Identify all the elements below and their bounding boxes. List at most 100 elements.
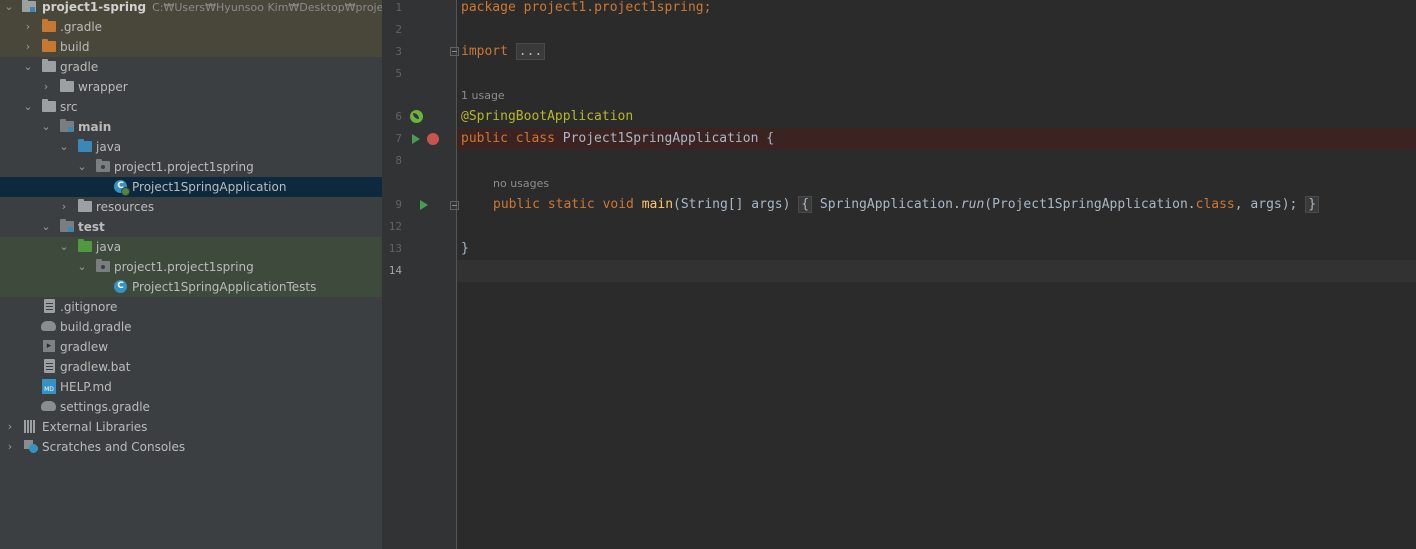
markdown-icon: MD — [42, 379, 56, 394]
tree-item-label: gradle — [60, 60, 99, 74]
tree-item-label: main — [78, 120, 112, 134]
line-number: 5 — [395, 67, 402, 80]
line-number: 7 — [395, 132, 402, 145]
tree-row-settings-gradle[interactable]: settings.gradle — [0, 397, 382, 417]
folder-icon — [42, 39, 56, 52]
tree-row-scratches[interactable]: › Scratches and Consoles — [0, 437, 382, 457]
tree-item-label: gradlew — [60, 340, 109, 354]
tree-row-main-java[interactable]: ⌄ java — [0, 137, 382, 157]
code-editor[interactable]: package project1.project1spring; import … — [457, 0, 1416, 549]
tree-row-gitignore[interactable]: .gitignore — [0, 297, 382, 317]
code-token: import — [461, 44, 508, 59]
tree-row-gradle-cache[interactable]: › .gradle — [0, 17, 382, 37]
chevron-down-icon[interactable]: ⌄ — [22, 97, 34, 117]
package-icon — [96, 159, 110, 172]
code-token: (Project1SpringApplication. — [984, 197, 1196, 212]
code-token: class — [1195, 197, 1235, 212]
line-number: 14 — [388, 264, 402, 277]
chevron-right-icon[interactable]: › — [4, 417, 16, 437]
chevron-down-icon[interactable]: ⌄ — [76, 157, 88, 177]
tree-row-test-java[interactable]: ⌄ java — [0, 237, 382, 257]
folded-brace[interactable]: { — [798, 196, 813, 213]
code-line-14[interactable] — [457, 260, 1416, 282]
test-folder-icon — [78, 239, 92, 252]
chevron-down-icon[interactable]: ⌄ — [76, 257, 88, 277]
library-icon — [24, 420, 38, 433]
class-icon: C — [114, 280, 127, 293]
spring-class-icon: C — [114, 180, 130, 196]
chevron-down-icon[interactable]: ⌄ — [3, 0, 15, 17]
tree-item-label: build.gradle — [60, 320, 132, 334]
chevron-down-icon[interactable]: ⌄ — [40, 117, 52, 137]
tree-item-label: gradlew.bat — [60, 360, 131, 374]
chevron-right-icon[interactable]: › — [4, 437, 16, 457]
tree-item-label: External Libraries — [42, 420, 148, 434]
chevron-down-icon[interactable]: ⌄ — [40, 217, 52, 237]
code-token: public static void — [493, 197, 634, 212]
line-number: 13 — [388, 242, 402, 255]
tree-item-label: java — [96, 240, 122, 254]
gradle-icon — [41, 401, 56, 411]
run-icon[interactable] — [412, 134, 420, 144]
tree-row-main[interactable]: ⌄ main — [0, 117, 382, 137]
code-line-13: } — [457, 238, 1416, 260]
tree-row-test-package[interactable]: ⌄ project1.project1spring — [0, 257, 382, 277]
chevron-down-icon[interactable]: ⌄ — [22, 57, 34, 77]
code-line-7: public class Project1SpringApplication { — [457, 128, 1416, 150]
code-token: run — [960, 197, 985, 212]
tree-item-label: Project1SpringApplicationTests — [132, 280, 317, 294]
folder-icon — [42, 99, 56, 112]
tree-row-test-class[interactable]: C Project1SpringApplicationTests — [0, 277, 382, 297]
code-line-3: import ... — [457, 41, 1416, 63]
folded-brace[interactable]: } — [1305, 196, 1320, 213]
code-token: main — [641, 197, 674, 212]
tree-item-label: build — [60, 40, 90, 54]
tree-row-test[interactable]: ⌄ test — [0, 217, 382, 237]
code-token: SpringApplication. — [819, 197, 961, 212]
line-number: 9 — [395, 198, 402, 211]
tree-row-help-md[interactable]: MD HELP.md — [0, 377, 382, 397]
tree-row-gradlew-bat[interactable]: gradlew.bat — [0, 357, 382, 377]
chevron-down-icon[interactable]: ⌄ — [58, 237, 70, 257]
tree-row-gradlew[interactable]: ▸ gradlew — [0, 337, 382, 357]
code-token: package — [461, 0, 516, 15]
tree-row-main-package[interactable]: ⌄ project1.project1spring — [0, 157, 382, 177]
tree-row-wrapper[interactable]: › wrapper — [0, 77, 382, 97]
tree-item-label: wrapper — [78, 80, 128, 94]
ignore-file-icon — [44, 299, 55, 313]
code-token: , args); — [1234, 197, 1298, 212]
tree-row-gradle[interactable]: ⌄ gradle — [0, 57, 382, 77]
tree-row-build[interactable]: › build — [0, 37, 382, 57]
tree-item-label: java — [96, 140, 122, 154]
tree-row-application-class[interactable]: C Project1SpringApplication — [0, 177, 382, 197]
chevron-down-icon[interactable]: ⌄ — [58, 137, 70, 157]
tree-item-label: project1.project1spring — [114, 160, 254, 174]
usage-hint[interactable]: no usages — [493, 173, 549, 195]
module-folder-icon — [60, 219, 74, 232]
chevron-right-icon[interactable]: › — [58, 197, 70, 217]
code-token: public class — [461, 131, 555, 146]
folder-icon — [42, 59, 56, 72]
chevron-right-icon[interactable]: › — [22, 17, 34, 37]
run-icon[interactable] — [420, 200, 428, 210]
chevron-right-icon[interactable]: › — [40, 77, 52, 97]
breakpoint-icon[interactable] — [427, 133, 439, 145]
tree-row-build-gradle[interactable]: build.gradle — [0, 317, 382, 337]
text-file-icon — [44, 359, 55, 373]
tree-row-external-libraries[interactable]: › External Libraries — [0, 417, 382, 437]
tree-row-resources[interactable]: › resources — [0, 197, 382, 217]
line-number: 2 — [395, 23, 402, 36]
project-path-label: C:₩Users₩Hyunsoo Kim₩Desktop₩project1-s — [152, 1, 382, 14]
spring-bean-icon[interactable] — [410, 110, 423, 123]
tree-row-src[interactable]: ⌄ src — [0, 97, 382, 117]
terminal-icon: ▸ — [43, 340, 55, 352]
line-number: 6 — [395, 110, 402, 123]
usage-hint[interactable]: 1 usage — [461, 85, 505, 107]
source-folder-icon — [78, 139, 92, 152]
module-folder-icon — [22, 0, 36, 12]
chevron-right-icon[interactable]: › — [22, 37, 34, 57]
folded-imports[interactable]: ... — [515, 43, 546, 60]
tree-row-root[interactable]: ⌄ project1-spring C:₩Users₩Hyunsoo Kim₩De… — [0, 0, 382, 17]
line-number: 3 — [395, 45, 402, 58]
tree-item-label: Scratches and Consoles — [42, 440, 186, 454]
